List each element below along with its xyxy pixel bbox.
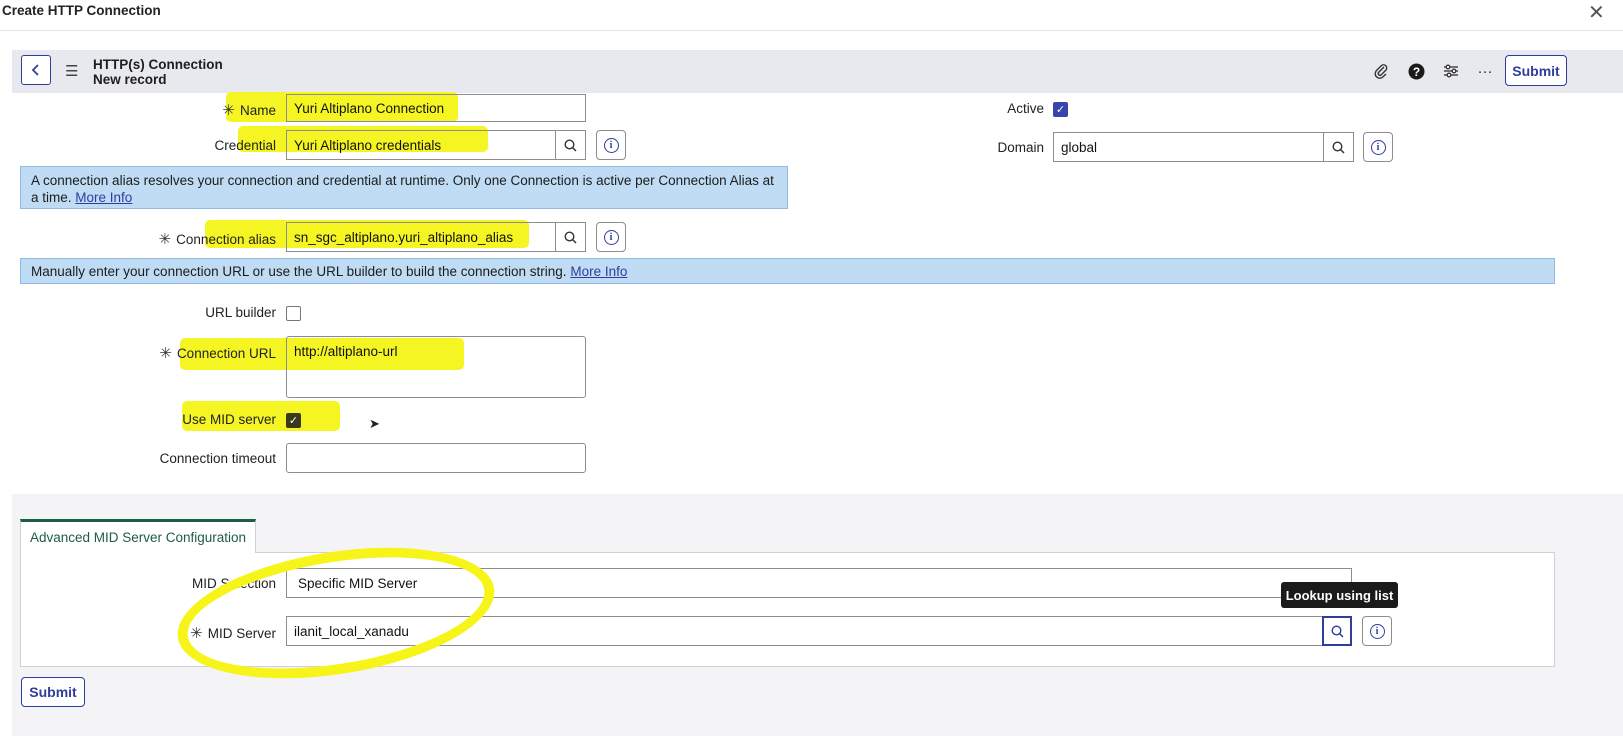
mid-server-lookup-button[interactable] — [1322, 616, 1352, 646]
lookup-tooltip: Lookup using list — [1281, 582, 1398, 608]
connection-timeout-input[interactable] — [286, 443, 586, 473]
domain-input[interactable]: global — [1053, 132, 1324, 162]
chevron-left-icon — [31, 64, 39, 76]
close-icon[interactable]: ✕ — [1588, 0, 1605, 25]
tab-advanced-mid-server[interactable]: Advanced MID Server Configuration — [20, 519, 256, 553]
search-icon — [564, 230, 577, 244]
url-builder-label: URL builder — [205, 305, 276, 320]
alias-lookup-button[interactable] — [555, 222, 586, 252]
alias-note-text: A connection alias resolves your connect… — [31, 173, 774, 205]
form-title: HTTP(s) Connection New record — [93, 57, 223, 87]
info-icon: i — [603, 137, 619, 153]
credential-input[interactable]: Yuri Altiplano credentials — [286, 130, 556, 160]
mid-server-input[interactable]: ilanit_local_xanadu — [286, 616, 1323, 646]
use-mid-server-checkbox[interactable]: ✓ — [286, 413, 301, 428]
connection-timeout-label: Connection timeout — [159, 451, 276, 466]
form-title-main: HTTP(s) Connection — [93, 57, 223, 72]
credential-label: Credential — [214, 138, 276, 153]
mouse-cursor-icon: ➤ — [369, 416, 380, 431]
mid-selection-select[interactable]: Specific MID Server — [286, 568, 1352, 598]
name-input[interactable]: Yuri Altiplano Connection — [286, 94, 586, 122]
form-title-sub: New record — [93, 72, 167, 87]
back-button[interactable] — [21, 55, 51, 85]
dialog-title: Create HTTP Connection — [2, 3, 161, 18]
active-checkbox[interactable]: ✓ — [1053, 102, 1068, 117]
mid-server-info-button[interactable]: i — [1362, 616, 1392, 646]
header-submit-button[interactable]: Submit — [1505, 55, 1567, 86]
credential-info-button[interactable]: i — [596, 130, 626, 160]
domain-label: Domain — [997, 140, 1044, 155]
search-icon — [1332, 140, 1345, 154]
help-icon[interactable]: ? — [1405, 60, 1427, 82]
hamburger-menu-icon[interactable]: ☰ — [65, 62, 78, 80]
svg-text:?: ? — [1412, 65, 1419, 79]
connection-url-label: ✳ Connection URL — [159, 345, 276, 362]
alias-more-info-link[interactable]: More Info — [75, 190, 132, 205]
use-mid-server-label: Use MID server — [182, 412, 276, 427]
url-info-note: Manually enter your connection URL or us… — [20, 258, 1555, 284]
info-icon: i — [1369, 623, 1385, 639]
search-icon — [1330, 624, 1344, 638]
name-label: ✳ Name — [222, 102, 276, 119]
connection-alias-label: ✳ Connection alias — [158, 231, 276, 248]
url-more-info-link[interactable]: More Info — [570, 264, 627, 279]
settings-icon[interactable] — [1440, 60, 1462, 82]
search-icon — [564, 138, 577, 152]
attachment-icon[interactable] — [1370, 60, 1392, 82]
more-icon[interactable]: ··· — [1474, 60, 1496, 82]
mid-selection-label: MID Selection — [191, 576, 276, 591]
mid-server-label: ✳ MID Server — [190, 625, 276, 642]
credential-lookup-button[interactable] — [555, 130, 586, 160]
domain-info-button[interactable]: i — [1363, 132, 1393, 162]
alias-info-button[interactable]: i — [596, 222, 626, 252]
active-label: Active — [1007, 101, 1044, 116]
connection-url-textarea[interactable]: http://altiplano-url — [286, 336, 586, 398]
info-icon: i — [603, 229, 619, 245]
footer-submit-button[interactable]: Submit — [21, 677, 85, 707]
url-builder-checkbox[interactable] — [286, 306, 301, 321]
info-icon: i — [1370, 139, 1386, 155]
alias-info-note: A connection alias resolves your connect… — [20, 166, 788, 209]
title-divider — [0, 30, 1623, 31]
domain-lookup-button[interactable] — [1323, 132, 1354, 162]
connection-alias-input[interactable]: sn_sgc_altiplano.yuri_altiplano_alias — [286, 222, 556, 252]
url-note-text: Manually enter your connection URL or us… — [31, 264, 567, 279]
